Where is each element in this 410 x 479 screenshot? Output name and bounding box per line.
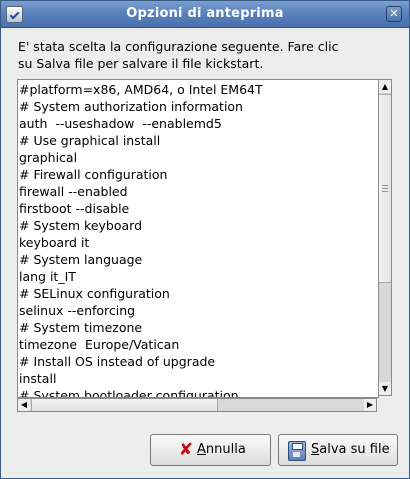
preview-line: install: [19, 371, 57, 386]
cancel-label-rest: nnulla: [205, 442, 246, 457]
kickstart-preview-content: #platform=x86, AMD64, o Intel EM64T # Sys…: [19, 81, 375, 398]
thumb-grip-line: [382, 185, 388, 186]
preview-line: # Use graphical install: [19, 133, 161, 148]
preview-options-dialog: Opzioni di anteprima ✕ E' stata scelta l…: [0, 0, 410, 479]
info-message: E' stata scelta la configurazione seguen…: [18, 38, 398, 72]
scroll-right-arrow-icon[interactable]: ▶: [364, 399, 376, 411]
thumb-grip-line: [382, 191, 388, 192]
preview-line: firewall --enabled: [19, 184, 128, 199]
preview-line: # System bootloader configuration: [19, 388, 239, 398]
preview-line: # SELinux configuration: [19, 286, 170, 301]
preview-line: # Install OS instead of upgrade: [19, 354, 216, 369]
thumb-grip-line: [382, 188, 388, 189]
info-message-line-2: su Salva file per salvare il file kickst…: [18, 56, 264, 71]
cancel-mnemonic: A: [197, 442, 206, 457]
horizontal-scrollbar[interactable]: ◀ ▶: [17, 398, 377, 412]
cancel-x-icon: ✘: [178, 440, 194, 460]
preview-line: # System authorization information: [19, 99, 243, 114]
scroll-up-arrow-icon[interactable]: ▲: [379, 80, 391, 93]
save-label-rest: alva su file: [319, 442, 390, 457]
save-file-button[interactable]: Salva su file: [278, 434, 398, 466]
preview-line: firstboot --disable: [19, 201, 130, 216]
preview-line: keyboard it: [19, 235, 90, 250]
cancel-button-label: Annulla: [197, 435, 246, 465]
vertical-scroll-thumb[interactable]: [379, 94, 391, 283]
scroll-down-arrow-icon[interactable]: ▼: [379, 382, 391, 395]
preview-line: # Firewall configuration: [19, 167, 168, 182]
preview-line: timezone Europe/Vatican: [19, 337, 180, 352]
preview-line: # System keyboard: [19, 218, 143, 233]
preview-line: # System language: [19, 252, 143, 267]
vertical-scrollbar[interactable]: ▲ ▼: [378, 79, 392, 396]
horizontal-scroll-thumb[interactable]: [31, 399, 218, 411]
title-bar[interactable]: Opzioni di anteprima ✕: [1, 1, 409, 28]
window-title: Opzioni di anteprima: [126, 6, 284, 21]
cancel-button[interactable]: ✘ Annulla: [150, 434, 271, 466]
scroll-left-arrow-icon[interactable]: ◀: [18, 399, 30, 411]
preview-line: # System timezone: [19, 320, 143, 335]
floppy-disk-icon: [288, 441, 306, 461]
close-button[interactable]: ✕: [386, 6, 402, 22]
save-button-label: Salva su file: [311, 435, 390, 465]
info-message-line-1: E' stata scelta la configurazione seguen…: [18, 39, 339, 54]
preview-line: #platform=x86, AMD64, o Intel EM64T: [19, 82, 263, 97]
kickstart-preview-textview[interactable]: #platform=x86, AMD64, o Intel EM64T # Sys…: [17, 79, 379, 398]
preview-line: graphical: [19, 150, 78, 165]
preview-line: auth --useshadow --enablemd5: [19, 116, 222, 131]
preview-line: selinux --enforcing: [19, 303, 136, 318]
preview-line: lang it_IT: [19, 269, 76, 284]
